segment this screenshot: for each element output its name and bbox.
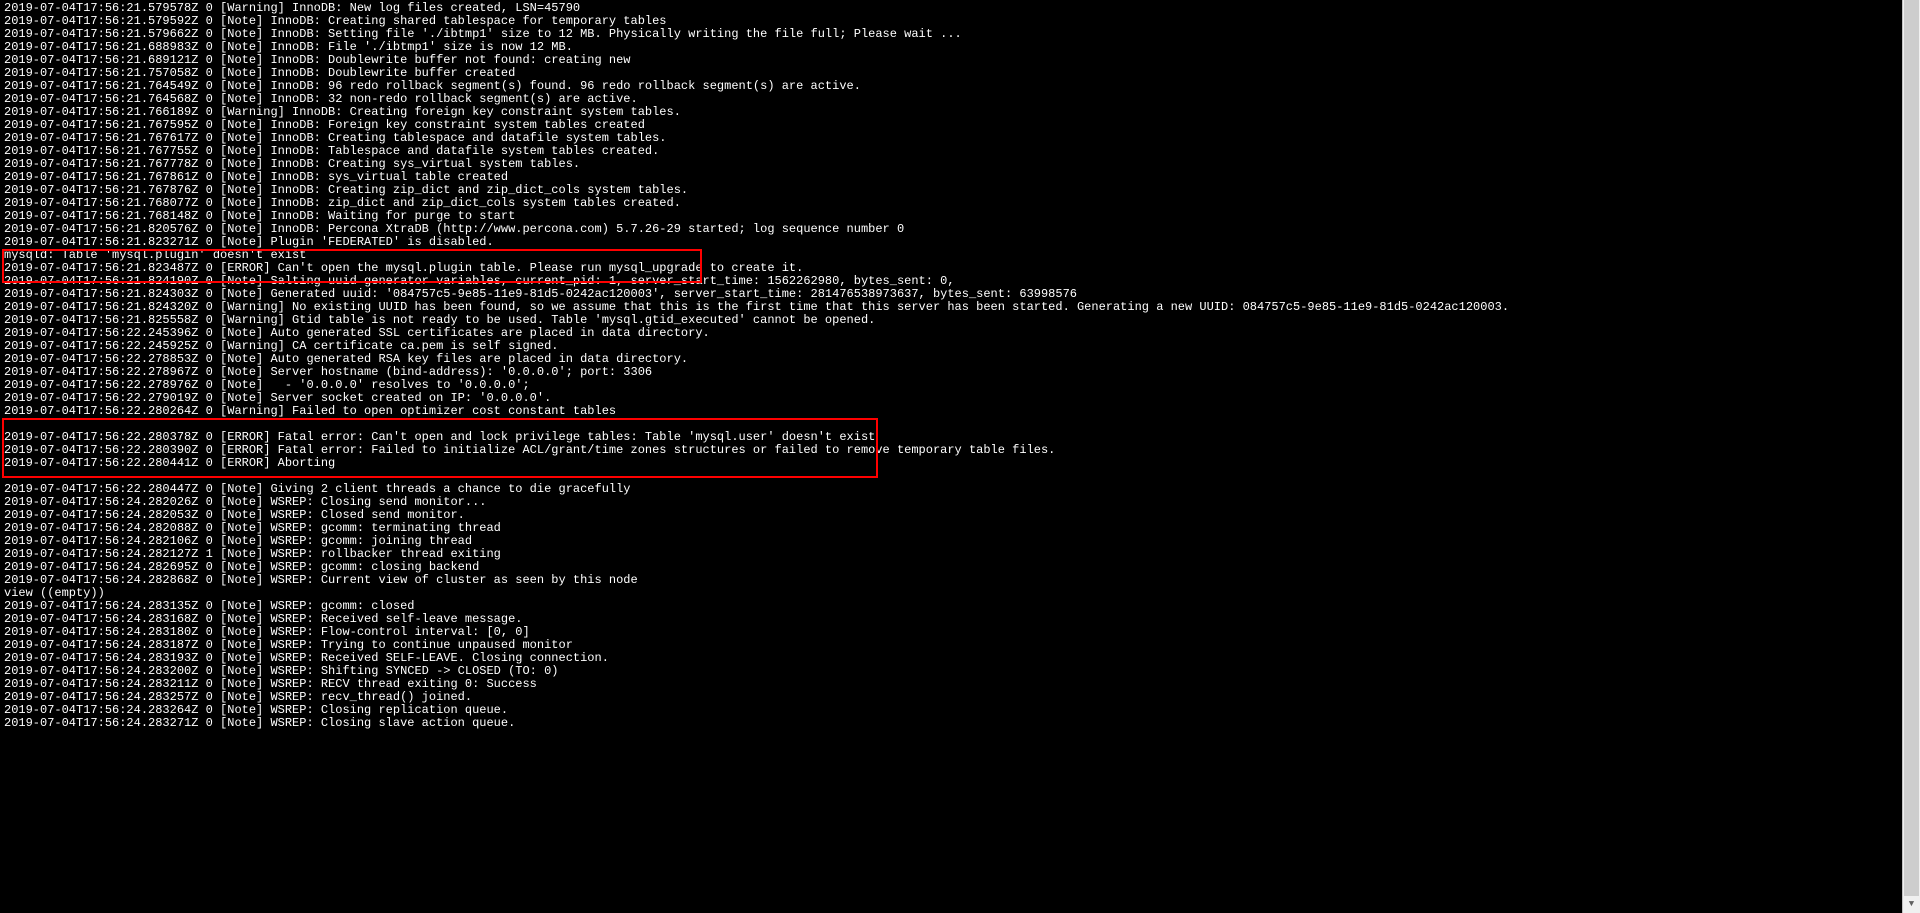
log-line: 2019-07-04T17:56:22.280441Z 0 [ERROR] Ab…	[4, 457, 1907, 470]
scrollbar-thumb[interactable]	[1904, 0, 1919, 913]
scroll-down-arrow[interactable]: ▼	[1903, 896, 1920, 913]
log-line: 2019-07-04T17:56:24.283271Z 0 [Note] WSR…	[4, 717, 1907, 730]
log-line: 2019-07-04T17:56:24.282868Z 0 [Note] WSR…	[4, 574, 1907, 587]
log-line: 2019-07-04T17:56:22.280264Z 0 [Warning] …	[4, 405, 1907, 418]
terminal-log[interactable]: 2019-07-04T17:56:21.579578Z 0 [Warning] …	[0, 0, 1911, 732]
vertical-scrollbar[interactable]: ▲ ▼	[1902, 0, 1920, 913]
